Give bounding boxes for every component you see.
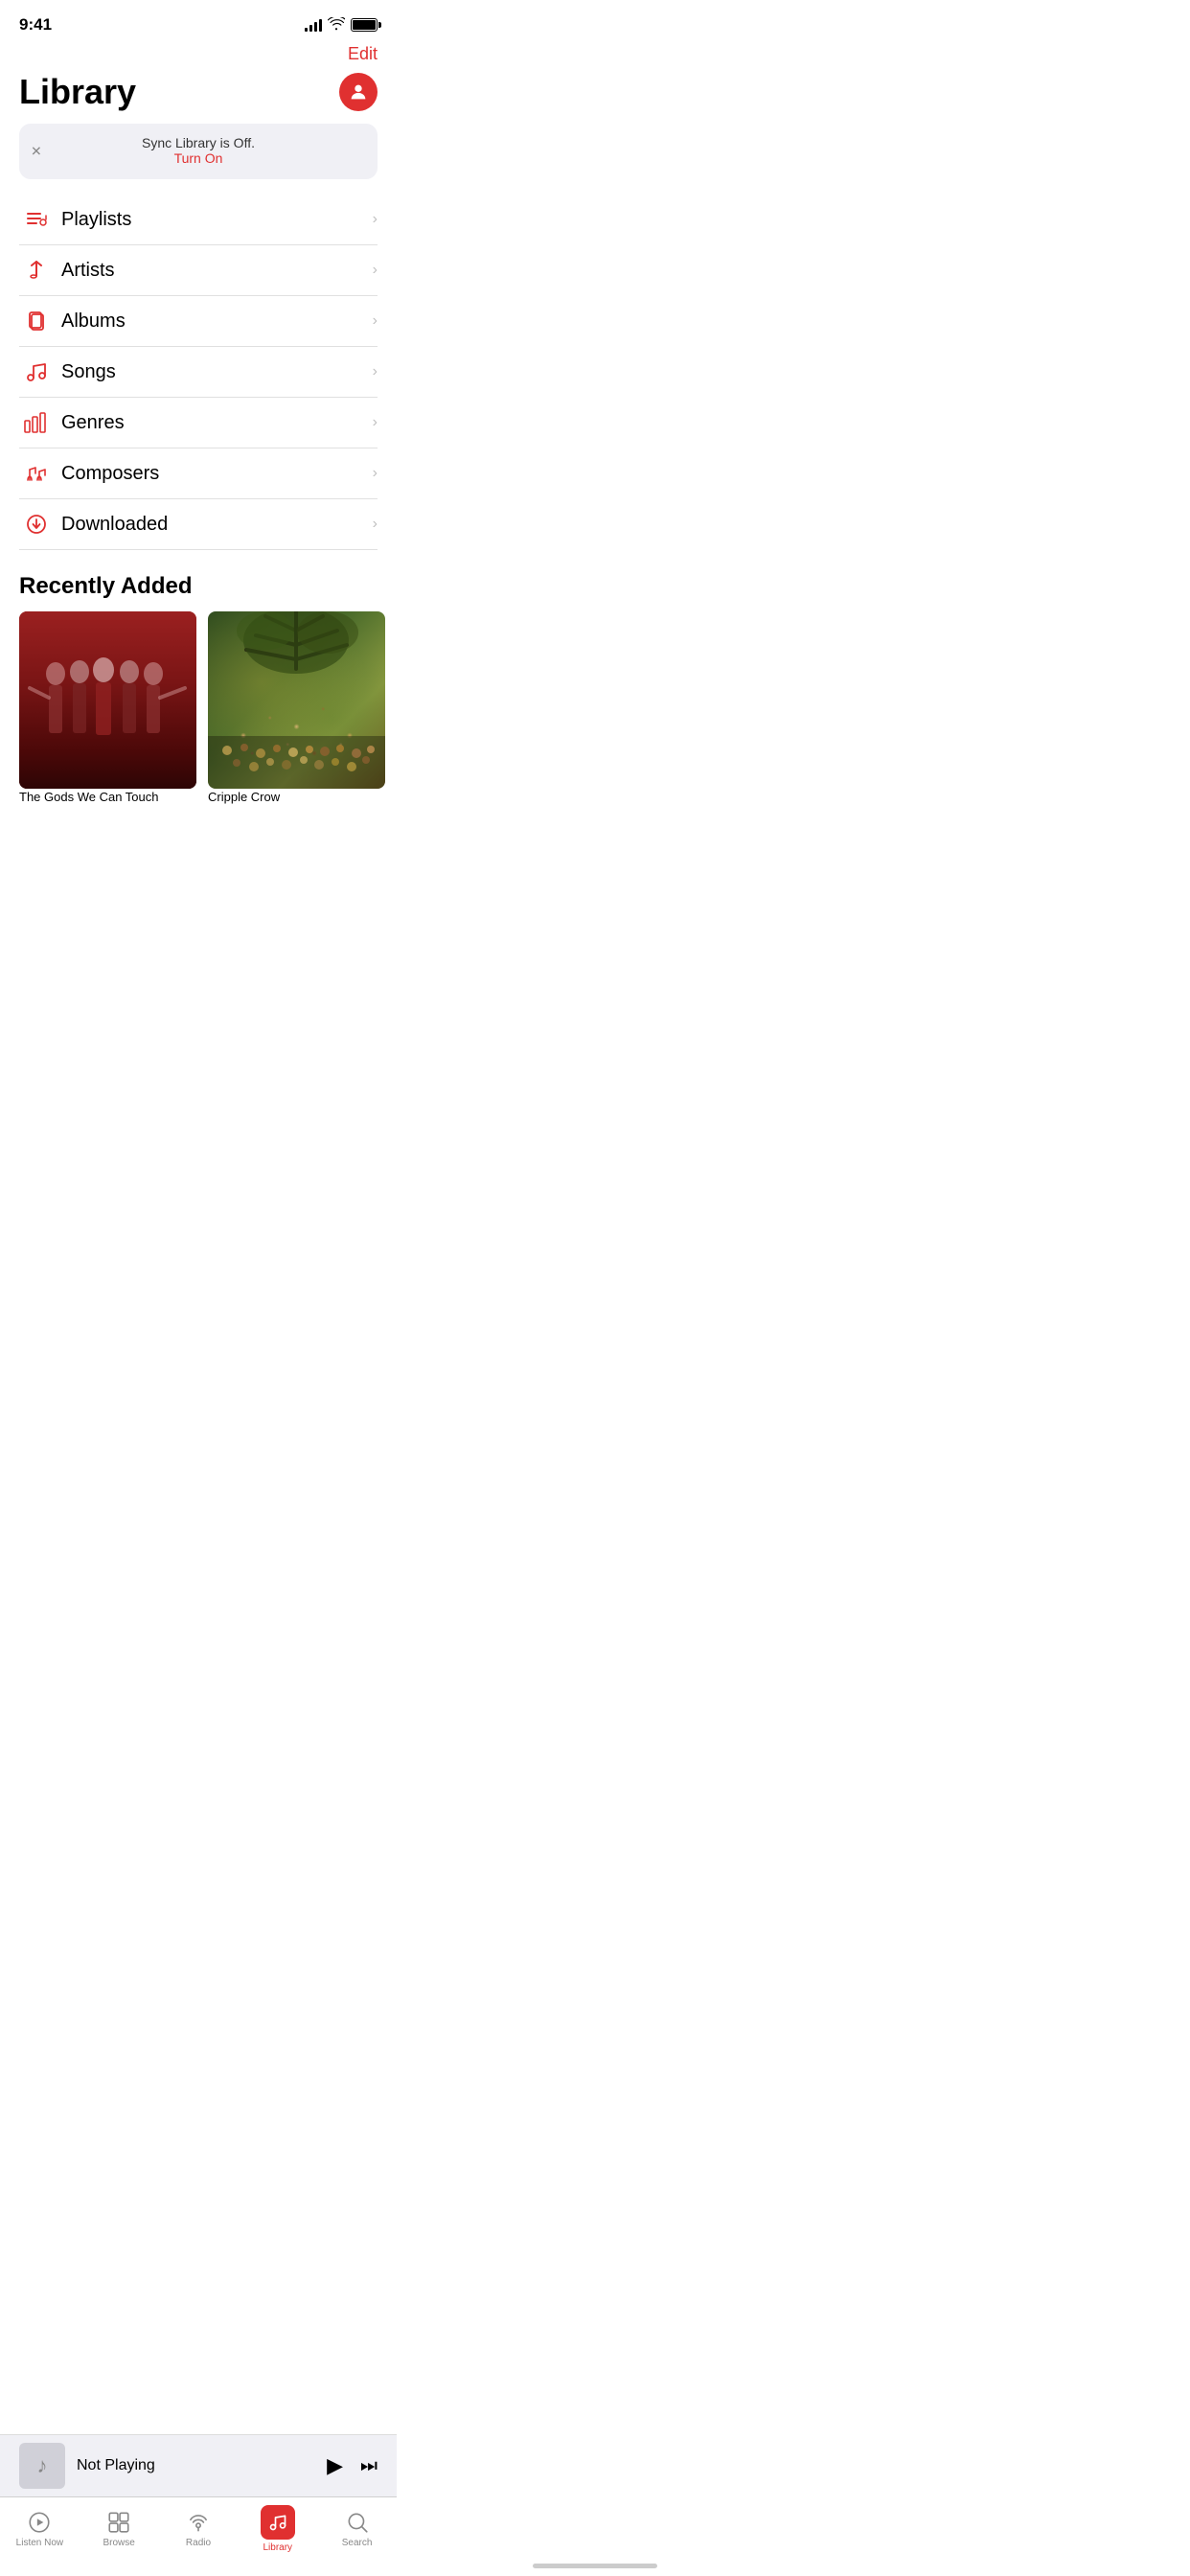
battery-icon	[351, 18, 378, 32]
genres-label: Genres	[61, 412, 373, 434]
library-icon	[261, 2505, 295, 2540]
status-icons	[305, 17, 378, 34]
genres-icon	[19, 411, 54, 434]
library-item-downloaded[interactable]: Downloaded ›	[19, 499, 378, 550]
wifi-icon	[328, 17, 345, 34]
search-icon	[345, 2510, 370, 2535]
downloaded-label: Downloaded	[61, 514, 373, 536]
chevron-right-icon: ›	[373, 211, 378, 228]
library-item-albums[interactable]: Albums ›	[19, 296, 378, 347]
tab-browse-label: Browse	[103, 2538, 135, 2548]
radio-icon	[186, 2510, 211, 2535]
tab-library-label: Library	[263, 2542, 292, 2553]
status-time: 9:41	[19, 15, 52, 34]
album-grid: The Gods We Can Touch	[0, 611, 397, 806]
mini-player-art: ♪	[19, 2443, 65, 2489]
artists-icon	[19, 259, 54, 282]
status-bar: 9:41	[0, 0, 397, 42]
tab-listen-now-label: Listen Now	[16, 2538, 63, 2548]
tab-search-label: Search	[342, 2538, 373, 2548]
album-card-cripple[interactable]: Cripple Crow	[208, 611, 385, 806]
playlists-icon	[19, 208, 54, 231]
albums-label: Albums	[61, 310, 373, 333]
chevron-right-icon: ›	[373, 414, 378, 431]
library-item-genres[interactable]: Genres ›	[19, 398, 378, 448]
tab-listen-now[interactable]: Listen Now	[6, 2510, 73, 2548]
composers-icon	[19, 462, 54, 485]
tab-bar: Listen Now Browse Radio Library	[0, 2496, 397, 2576]
sync-text-container: Sync Library is Off. Turn On	[34, 135, 362, 168]
page-title: Library	[19, 72, 136, 112]
sync-close-button[interactable]: ✕	[31, 144, 42, 160]
recently-added-section: Recently Added	[0, 550, 397, 806]
album-card-gods[interactable]: The Gods We Can Touch	[19, 611, 196, 806]
sync-banner: ✕ Sync Library is Off. Turn On	[19, 124, 378, 179]
downloaded-icon	[19, 513, 54, 536]
library-list: Playlists › Artists › Albums ›	[0, 195, 397, 550]
playlists-label: Playlists	[61, 209, 373, 231]
library-item-playlists[interactable]: Playlists ›	[19, 195, 378, 245]
skip-forward-button[interactable]: ⏭	[360, 2455, 378, 2477]
chevron-right-icon: ›	[373, 262, 378, 279]
play-circle-icon	[27, 2510, 52, 2535]
title-row: Library	[0, 68, 397, 124]
album-name-cripple: Cripple Crow	[208, 790, 280, 804]
songs-label: Songs	[61, 361, 373, 383]
signal-bars-icon	[305, 18, 322, 32]
browse-icon	[106, 2510, 131, 2535]
sync-message: Sync Library is Off.	[34, 135, 362, 150]
library-item-composers[interactable]: Composers ›	[19, 448, 378, 499]
recently-added-title: Recently Added	[0, 550, 397, 611]
chevron-right-icon: ›	[373, 363, 378, 380]
mini-player-title: Not Playing	[77, 2457, 315, 2474]
albums-icon	[19, 310, 54, 333]
sync-turn-on-button[interactable]: Turn On	[174, 150, 223, 166]
songs-icon	[19, 360, 54, 383]
tab-search[interactable]: Search	[324, 2510, 391, 2548]
music-note-icon: ♪	[37, 2453, 48, 2478]
header: Edit	[0, 42, 397, 68]
chevron-right-icon: ›	[373, 465, 378, 482]
chevron-right-icon: ›	[373, 312, 378, 330]
artists-label: Artists	[61, 260, 373, 282]
tab-radio-label: Radio	[186, 2538, 211, 2548]
tab-browse[interactable]: Browse	[85, 2510, 152, 2548]
chevron-right-icon: ›	[373, 516, 378, 533]
composers-label: Composers	[61, 463, 373, 485]
person-icon	[348, 81, 369, 103]
mini-player[interactable]: ♪ Not Playing ▶ ⏭	[0, 2434, 397, 2496]
play-button[interactable]: ▶	[327, 2453, 343, 2478]
library-item-artists[interactable]: Artists ›	[19, 245, 378, 296]
library-item-songs[interactable]: Songs ›	[19, 347, 378, 398]
mini-player-controls: ▶ ⏭	[327, 2453, 378, 2478]
tab-radio[interactable]: Radio	[165, 2510, 232, 2548]
edit-button[interactable]: Edit	[348, 44, 378, 64]
album-art-gods	[19, 611, 196, 789]
album-art-cripple	[208, 611, 385, 789]
tab-library[interactable]: Library	[244, 2505, 311, 2553]
home-indicator	[533, 2564, 657, 2568]
album-name-gods: The Gods We Can Touch	[19, 790, 159, 804]
avatar[interactable]	[339, 73, 378, 111]
